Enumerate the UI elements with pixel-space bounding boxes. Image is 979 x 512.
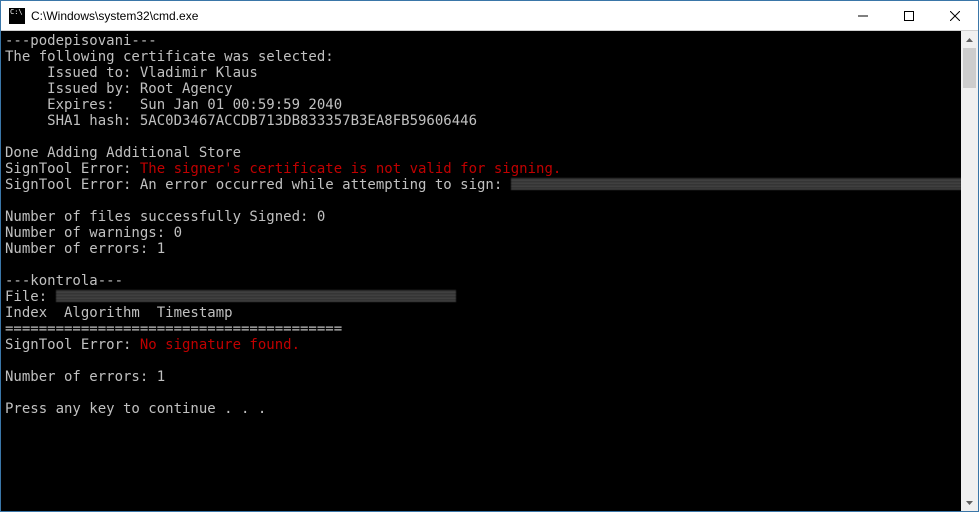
- console-output[interactable]: ---podepisovani--- The following certifi…: [1, 31, 961, 511]
- redacted-path: [511, 178, 961, 190]
- cmd-window: C:\Windows\system32\cmd.exe ---podepisov…: [0, 0, 979, 512]
- console-line: Index Algorithm Timestamp: [5, 305, 233, 321]
- console-line: File:: [5, 289, 56, 305]
- minimize-icon: [858, 11, 868, 21]
- console-line: Number of warnings: 0: [5, 225, 182, 241]
- close-button[interactable]: [932, 1, 978, 31]
- console-line: SignTool Error:: [5, 161, 140, 177]
- maximize-button[interactable]: [886, 1, 932, 31]
- scrollbar-track[interactable]: [961, 48, 978, 494]
- console-line: Issued by: Root Agency: [5, 81, 233, 97]
- console-line: Press any key to continue . . .: [5, 401, 266, 417]
- console-line: Done Adding Additional Store: [5, 145, 241, 161]
- scrollbar-thumb[interactable]: [963, 48, 976, 88]
- console-line: Number of errors: 1: [5, 241, 165, 257]
- close-icon: [950, 11, 960, 21]
- titlebar[interactable]: C:\Windows\system32\cmd.exe: [1, 1, 978, 31]
- chevron-up-icon: [966, 38, 973, 42]
- chevron-down-icon: [966, 501, 973, 505]
- client-area: ---podepisovani--- The following certifi…: [1, 31, 978, 511]
- console-line: ---kontrola---: [5, 273, 123, 289]
- console-line: ---podepisovani---: [5, 33, 157, 49]
- maximize-icon: [904, 11, 914, 21]
- vertical-scrollbar[interactable]: [961, 31, 978, 511]
- scroll-down-button[interactable]: [961, 494, 978, 511]
- window-title: C:\Windows\system32\cmd.exe: [31, 9, 840, 23]
- cmd-icon: [9, 8, 25, 24]
- console-line: SignTool Error: An error occurred while …: [5, 177, 511, 193]
- console-line: Issued to: Vladimir Klaus: [5, 65, 258, 81]
- error-text: The signer's certificate is not valid fo…: [140, 161, 561, 177]
- console-line: SHA1 hash: 5AC0D3467ACCDB713DB833357B3EA…: [5, 113, 477, 129]
- console-line: The following certificate was selected:: [5, 49, 334, 65]
- console-line: Expires: Sun Jan 01 00:59:59 2040: [5, 97, 342, 113]
- scroll-up-button[interactable]: [961, 31, 978, 48]
- console-line: ========================================: [5, 321, 342, 337]
- console-line: Number of errors: 1: [5, 369, 165, 385]
- console-line: SignTool Error:: [5, 337, 140, 353]
- minimize-button[interactable]: [840, 1, 886, 31]
- redacted-path: [56, 290, 456, 302]
- console-line: Number of files successfully Signed: 0: [5, 209, 325, 225]
- error-text: No signature found.: [140, 337, 300, 353]
